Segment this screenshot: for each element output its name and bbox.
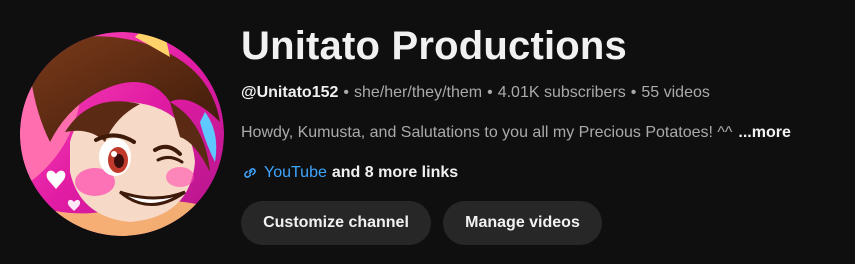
subscriber-count: 4.01K subscribers [497,84,626,101]
avatar-illustration [20,32,224,236]
channel-meta: @Unitato152 • she/her/they/them • 4.01K subs… [241,82,710,104]
description-more-button[interactable]: ...more [738,124,790,141]
description-text: Howdy, Kumusta, and Salutations to you a… [241,124,733,141]
separator-dot: • [343,84,350,101]
youtube-link[interactable]: YouTube [264,162,327,184]
channel-pronouns: she/her/they/them [354,84,483,101]
channel-description[interactable]: Howdy, Kumusta, and Salutations to you a… [241,122,791,144]
link-icon [244,168,256,178]
manage-videos-button[interactable]: Manage videos [443,201,602,245]
channel-actions: Customize channel Manage videos [241,201,602,245]
customize-channel-button[interactable]: Customize channel [241,201,431,245]
channel-name: Unitato Productions [241,24,628,68]
channel-links[interactable]: YouTube and 8 more links [241,162,458,184]
channel-avatar[interactable] [20,32,224,236]
separator-dot: • [630,84,637,101]
channel-header: Unitato Productions @Unitato152 • she/her/… [0,0,855,264]
channel-handle: @Unitato152 [241,84,339,101]
video-count: 55 videos [641,84,710,101]
separator-dot: • [487,84,493,101]
more-links-button[interactable]: and 8 more links [332,162,458,184]
